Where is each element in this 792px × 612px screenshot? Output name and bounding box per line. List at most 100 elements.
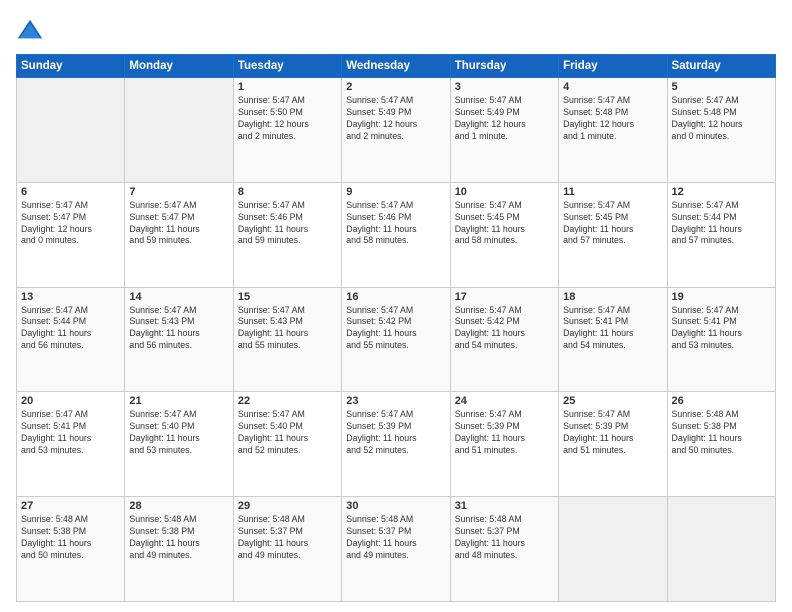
week-row-1: 1 Sunrise: 5:47 AM Sunset: 5:50 PM Daylig… xyxy=(17,78,776,183)
week-row-4: 20 Sunrise: 5:47 AM Sunset: 5:41 PM Dayli… xyxy=(17,392,776,497)
calendar-cell: 22 Sunrise: 5:47 AM Sunset: 5:40 PM Dayli… xyxy=(233,392,341,497)
calendar-cell: 23 Sunrise: 5:47 AM Sunset: 5:39 PM Dayli… xyxy=(342,392,450,497)
day-info: Sunrise: 5:47 AM Sunset: 5:40 PM Dayligh… xyxy=(129,409,228,457)
calendar-cell: 6 Sunrise: 5:47 AM Sunset: 5:47 PM Daylig… xyxy=(17,182,125,287)
weekday-header-thursday: Thursday xyxy=(450,55,558,78)
day-number: 30 xyxy=(346,500,445,512)
day-info: Sunrise: 5:48 AM Sunset: 5:38 PM Dayligh… xyxy=(129,514,228,562)
day-number: 28 xyxy=(129,500,228,512)
weekday-header-tuesday: Tuesday xyxy=(233,55,341,78)
day-info: Sunrise: 5:47 AM Sunset: 5:40 PM Dayligh… xyxy=(238,409,337,457)
calendar-cell xyxy=(559,497,667,602)
calendar-cell: 5 Sunrise: 5:47 AM Sunset: 5:48 PM Daylig… xyxy=(667,78,775,183)
calendar-cell: 24Sunrise: 5:47 AM Sunset: 5:39 PM Dayli… xyxy=(450,392,558,497)
day-info: Sunrise: 5:47 AM Sunset: 5:41 PM Dayligh… xyxy=(672,305,771,353)
week-row-2: 6 Sunrise: 5:47 AM Sunset: 5:47 PM Daylig… xyxy=(17,182,776,287)
day-info: Sunrise: 5:47 AM Sunset: 5:46 PM Dayligh… xyxy=(238,200,337,248)
day-number: 6 xyxy=(21,186,120,198)
day-number: 20 xyxy=(21,395,120,407)
calendar: SundayMondayTuesdayWednesdayThursdayFrid… xyxy=(16,54,776,602)
day-info: Sunrise: 5:48 AM Sunset: 5:38 PM Dayligh… xyxy=(672,409,771,457)
day-info: Sunrise: 5:47 AM Sunset: 5:42 PM Dayligh… xyxy=(455,305,554,353)
day-number: 18 xyxy=(563,291,662,303)
calendar-cell: 9 Sunrise: 5:47 AM Sunset: 5:46 PM Daylig… xyxy=(342,182,450,287)
calendar-cell: 7Sunrise: 5:47 AM Sunset: 5:47 PM Daylig… xyxy=(125,182,233,287)
day-number: 17 xyxy=(455,291,554,303)
calendar-cell xyxy=(17,78,125,183)
calendar-cell: 19 Sunrise: 5:47 AM Sunset: 5:41 PM Dayli… xyxy=(667,287,775,392)
day-info: Sunrise: 5:47 AM Sunset: 5:39 PM Dayligh… xyxy=(346,409,445,457)
day-info: Sunrise: 5:47 AM Sunset: 5:46 PM Dayligh… xyxy=(346,200,445,248)
day-number: 25 xyxy=(563,395,662,407)
day-number: 26 xyxy=(672,395,771,407)
day-number: 14 xyxy=(129,291,228,303)
day-info: Sunrise: 5:47 AM Sunset: 5:41 PM Dayligh… xyxy=(21,409,120,457)
calendar-cell: 18 Sunrise: 5:47 AM Sunset: 5:41 PM Dayli… xyxy=(559,287,667,392)
weekday-header-monday: Monday xyxy=(125,55,233,78)
week-row-5: 27 Sunrise: 5:48 AM Sunset: 5:38 PM Dayli… xyxy=(17,497,776,602)
day-info: Sunrise: 5:48 AM Sunset: 5:37 PM Dayligh… xyxy=(238,514,337,562)
calendar-cell: 15 Sunrise: 5:47 AM Sunset: 5:43 PM Dayli… xyxy=(233,287,341,392)
day-number: 22 xyxy=(238,395,337,407)
day-info: Sunrise: 5:47 AM Sunset: 5:41 PM Dayligh… xyxy=(563,305,662,353)
calendar-cell: 2Sunrise: 5:47 AM Sunset: 5:49 PM Daylig… xyxy=(342,78,450,183)
day-info: Sunrise: 5:47 AM Sunset: 5:43 PM Dayligh… xyxy=(129,305,228,353)
day-number: 5 xyxy=(672,81,771,93)
calendar-cell: 11Sunrise: 5:47 AM Sunset: 5:45 PM Dayli… xyxy=(559,182,667,287)
week-row-3: 13Sunrise: 5:47 AM Sunset: 5:44 PM Dayli… xyxy=(17,287,776,392)
day-info: Sunrise: 5:48 AM Sunset: 5:37 PM Dayligh… xyxy=(346,514,445,562)
calendar-cell: 3Sunrise: 5:47 AM Sunset: 5:49 PM Daylig… xyxy=(450,78,558,183)
weekday-header-wednesday: Wednesday xyxy=(342,55,450,78)
calendar-body: 1 Sunrise: 5:47 AM Sunset: 5:50 PM Daylig… xyxy=(17,78,776,602)
calendar-cell: 14 Sunrise: 5:47 AM Sunset: 5:43 PM Dayli… xyxy=(125,287,233,392)
day-number: 4 xyxy=(563,81,662,93)
day-number: 9 xyxy=(346,186,445,198)
weekday-header-saturday: Saturday xyxy=(667,55,775,78)
day-number: 1 xyxy=(238,81,337,93)
page: SundayMondayTuesdayWednesdayThursdayFrid… xyxy=(0,0,792,612)
calendar-cell: 30 Sunrise: 5:48 AM Sunset: 5:37 PM Dayli… xyxy=(342,497,450,602)
day-info: Sunrise: 5:47 AM Sunset: 5:44 PM Dayligh… xyxy=(672,200,771,248)
calendar-cell: 21 Sunrise: 5:47 AM Sunset: 5:40 PM Dayli… xyxy=(125,392,233,497)
day-info: Sunrise: 5:47 AM Sunset: 5:44 PM Dayligh… xyxy=(21,305,120,353)
day-info: Sunrise: 5:48 AM Sunset: 5:38 PM Dayligh… xyxy=(21,514,120,562)
day-info: Sunrise: 5:47 AM Sunset: 5:49 PM Dayligh… xyxy=(346,95,445,143)
day-info: Sunrise: 5:47 AM Sunset: 5:48 PM Dayligh… xyxy=(563,95,662,143)
calendar-cell: 8 Sunrise: 5:47 AM Sunset: 5:46 PM Daylig… xyxy=(233,182,341,287)
day-number: 21 xyxy=(129,395,228,407)
weekday-header-friday: Friday xyxy=(559,55,667,78)
day-number: 12 xyxy=(672,186,771,198)
calendar-cell: 26 Sunrise: 5:48 AM Sunset: 5:38 PM Dayli… xyxy=(667,392,775,497)
header xyxy=(16,16,776,44)
day-info: Sunrise: 5:47 AM Sunset: 5:50 PM Dayligh… xyxy=(238,95,337,143)
calendar-cell: 10 Sunrise: 5:47 AM Sunset: 5:45 PM Dayli… xyxy=(450,182,558,287)
calendar-cell: 20 Sunrise: 5:47 AM Sunset: 5:41 PM Dayli… xyxy=(17,392,125,497)
calendar-cell: 13Sunrise: 5:47 AM Sunset: 5:44 PM Dayli… xyxy=(17,287,125,392)
day-info: Sunrise: 5:47 AM Sunset: 5:48 PM Dayligh… xyxy=(672,95,771,143)
day-number: 8 xyxy=(238,186,337,198)
day-number: 3 xyxy=(455,81,554,93)
calendar-cell: 12 Sunrise: 5:47 AM Sunset: 5:44 PM Dayli… xyxy=(667,182,775,287)
day-info: Sunrise: 5:47 AM Sunset: 5:43 PM Dayligh… xyxy=(238,305,337,353)
day-info: Sunrise: 5:47 AM Sunset: 5:45 PM Dayligh… xyxy=(563,200,662,248)
day-number: 15 xyxy=(238,291,337,303)
day-number: 10 xyxy=(455,186,554,198)
day-number: 23 xyxy=(346,395,445,407)
day-number: 7 xyxy=(129,186,228,198)
calendar-cell: 28 Sunrise: 5:48 AM Sunset: 5:38 PM Dayli… xyxy=(125,497,233,602)
day-info: Sunrise: 5:47 AM Sunset: 5:45 PM Dayligh… xyxy=(455,200,554,248)
day-info: Sunrise: 5:47 AM Sunset: 5:39 PM Dayligh… xyxy=(563,409,662,457)
day-info: Sunrise: 5:47 AM Sunset: 5:42 PM Dayligh… xyxy=(346,305,445,353)
day-info: Sunrise: 5:47 AM Sunset: 5:39 PM Dayligh… xyxy=(455,409,554,457)
calendar-cell: 1 Sunrise: 5:47 AM Sunset: 5:50 PM Daylig… xyxy=(233,78,341,183)
calendar-cell xyxy=(125,78,233,183)
day-number: 19 xyxy=(672,291,771,303)
logo xyxy=(16,16,46,44)
day-info: Sunrise: 5:48 AM Sunset: 5:37 PM Dayligh… xyxy=(455,514,554,562)
day-info: Sunrise: 5:47 AM Sunset: 5:47 PM Dayligh… xyxy=(21,200,120,248)
calendar-cell: 4 Sunrise: 5:47 AM Sunset: 5:48 PM Daylig… xyxy=(559,78,667,183)
day-number: 27 xyxy=(21,500,120,512)
calendar-cell: 25 Sunrise: 5:47 AM Sunset: 5:39 PM Dayli… xyxy=(559,392,667,497)
weekday-header-row: SundayMondayTuesdayWednesdayThursdayFrid… xyxy=(17,55,776,78)
calendar-cell: 17 Sunrise: 5:47 AM Sunset: 5:42 PM Dayli… xyxy=(450,287,558,392)
